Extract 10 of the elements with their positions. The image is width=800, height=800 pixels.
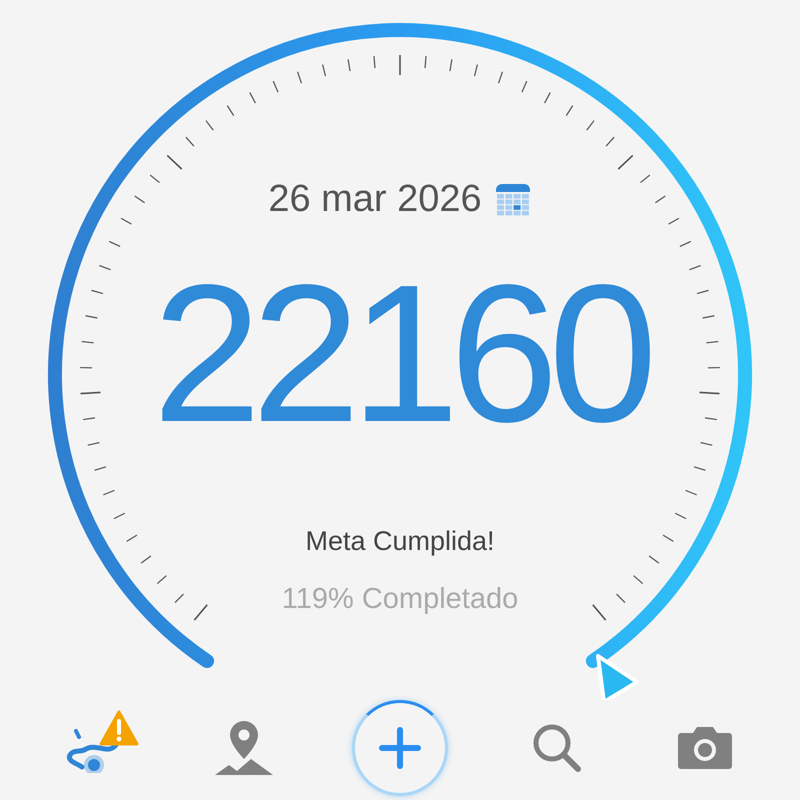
warning-icon — [99, 710, 139, 746]
date-label: 26 mar 2026 — [268, 180, 482, 218]
completion-percent: 119% Completado — [282, 585, 518, 614]
arrowhead — [596, 654, 639, 700]
step-count: 22160 — [152, 256, 648, 452]
plus-icon — [378, 726, 422, 770]
camera-icon — [677, 725, 733, 771]
map-pin-mountain-icon — [212, 719, 274, 777]
goal-status: Meta Cumplida! — [305, 528, 495, 555]
add-button[interactable] — [352, 700, 448, 796]
